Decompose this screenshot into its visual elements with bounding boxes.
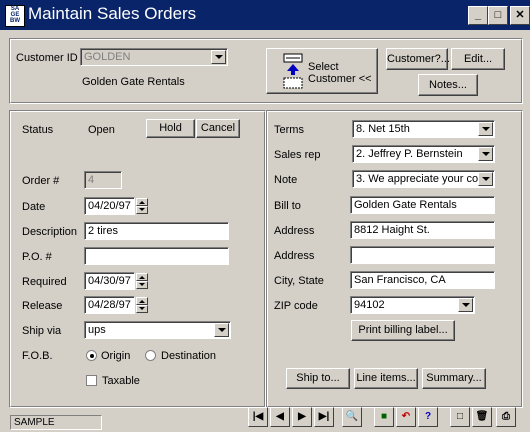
- sales-rep-label: Sales rep: [274, 149, 321, 161]
- next-record-icon[interactable]: ▶: [292, 407, 312, 427]
- address2-label: Address: [274, 250, 315, 262]
- required-date-spinner[interactable]: [136, 273, 148, 289]
- ship-to-button[interactable]: Ship to...: [286, 368, 350, 389]
- close-button[interactable]: ✕: [510, 6, 530, 25]
- new-record-icon[interactable]: □: [450, 407, 470, 427]
- date-down-icon[interactable]: [136, 206, 148, 214]
- status-label: Status: [22, 124, 54, 136]
- required-up-icon[interactable]: [136, 273, 148, 281]
- delete-icon[interactable]: 🗑: [472, 407, 492, 427]
- release-date-spinner[interactable]: [136, 297, 148, 313]
- zip-field[interactable]: 94102: [350, 296, 475, 314]
- address1-field[interactable]: 8812 Haight St.: [350, 221, 495, 239]
- description-label: Description: [22, 226, 78, 238]
- previous-record-icon[interactable]: ◀: [270, 407, 290, 427]
- terms-select[interactable]: 8. Net 15th: [352, 120, 495, 138]
- ship-via-dropdown-icon[interactable]: [214, 323, 229, 337]
- customer-lookup-button[interactable]: Customer?...: [386, 48, 450, 70]
- fob-origin-label: Origin: [101, 350, 131, 362]
- fob-label: F.O.B.: [22, 350, 53, 362]
- window-title: Maintain Sales Orders: [28, 4, 197, 23]
- minimize-button[interactable]: _: [468, 6, 488, 25]
- app-icon: SA GE BW: [5, 5, 25, 27]
- status-bar: SAMPLE: [10, 415, 102, 430]
- city-state-label: City, State: [274, 275, 324, 287]
- maximize-icon: □: [494, 9, 502, 21]
- zip-label: ZIP code: [274, 300, 318, 312]
- maintain-sales-orders-window: SA GE BW Maintain Sales Orders _ □ ✕ Custo…: [0, 0, 530, 432]
- required-down-icon[interactable]: [136, 281, 148, 289]
- ship-via-select[interactable]: ups: [84, 321, 231, 339]
- city-state-field[interactable]: San Francisco, CA: [350, 271, 495, 289]
- print-icon[interactable]: ⎙: [496, 407, 516, 427]
- fob-origin-radio[interactable]: [86, 350, 97, 361]
- print-billing-label-button[interactable]: Print billing label...: [351, 320, 455, 341]
- cancel-order-button[interactable]: Cancel: [196, 119, 240, 138]
- notes-button[interactable]: Notes...: [418, 74, 478, 96]
- select-customer-button[interactable]: Select Customer <<: [266, 48, 378, 94]
- release-date-field[interactable]: 04/28/97: [84, 296, 135, 314]
- sales-rep-dropdown-icon[interactable]: [478, 147, 493, 161]
- undo-icon[interactable]: ↶: [396, 407, 416, 427]
- date-label: Date: [22, 201, 46, 213]
- bill-to-label: Bill to: [274, 200, 301, 212]
- description-field[interactable]: 2 tires: [84, 222, 229, 240]
- release-date-label: Release: [22, 300, 63, 312]
- taxable-label: Taxable: [102, 375, 140, 387]
- minimize-icon: _: [474, 9, 482, 21]
- customer-id-field[interactable]: GOLDEN: [80, 48, 228, 66]
- customer-id-label: Customer ID: [16, 52, 78, 64]
- find-icon[interactable]: 🔍: [342, 407, 362, 427]
- zip-lookup-icon[interactable]: [458, 298, 473, 312]
- last-record-icon[interactable]: ▶|: [314, 407, 334, 427]
- date-field[interactable]: 04/20/97: [84, 197, 135, 215]
- required-date-field[interactable]: 04/30/97: [84, 272, 135, 290]
- select-customer-label-2: Customer <<: [308, 73, 372, 85]
- address2-field[interactable]: [350, 246, 495, 264]
- maximize-button[interactable]: □: [488, 6, 508, 25]
- po-number-field[interactable]: [84, 247, 229, 265]
- hold-button[interactable]: Hold: [146, 119, 195, 138]
- terms-label: Terms: [274, 124, 304, 136]
- summary-button[interactable]: Summary...: [422, 368, 486, 389]
- taxable-checkbox[interactable]: [86, 375, 97, 386]
- date-spinner[interactable]: [136, 198, 148, 214]
- title-bar[interactable]: SA GE BW Maintain Sales Orders _ □ ✕: [0, 0, 530, 30]
- date-up-icon[interactable]: [136, 198, 148, 206]
- note-label: Note: [274, 174, 298, 186]
- release-up-icon[interactable]: [136, 297, 148, 305]
- ship-via-label: Ship via: [22, 325, 62, 337]
- bill-to-field[interactable]: Golden Gate Rentals: [350, 196, 495, 214]
- note-dropdown-icon[interactable]: [478, 172, 493, 186]
- note-select[interactable]: 3. We appreciate your cor: [352, 170, 495, 188]
- save-icon[interactable]: ■: [374, 407, 394, 427]
- line-items-button[interactable]: Line items...: [354, 368, 418, 389]
- edit-button[interactable]: Edit...: [451, 48, 505, 70]
- fob-destination-radio[interactable]: [145, 350, 156, 361]
- order-number-field: 4: [84, 171, 122, 189]
- select-customer-label-1: Select: [308, 61, 339, 73]
- address1-label: Address: [274, 225, 315, 237]
- close-icon: ✕: [515, 9, 525, 21]
- first-record-icon[interactable]: |◀: [248, 407, 268, 427]
- po-number-label: P.O. #: [22, 251, 52, 263]
- fob-destination-label: Destination: [161, 350, 217, 362]
- terms-dropdown-icon[interactable]: [478, 122, 493, 136]
- required-date-label: Required: [22, 276, 67, 288]
- customer-name: Golden Gate Rentals: [82, 76, 185, 88]
- help-icon[interactable]: ?: [418, 407, 438, 427]
- select-customer-icon: [283, 53, 303, 89]
- customer-id-lookup-icon[interactable]: [211, 50, 226, 64]
- order-number-label: Order #: [22, 175, 60, 187]
- sales-rep-select[interactable]: 2. Jeffrey P. Bernstein: [352, 145, 495, 163]
- status-value: Open: [88, 124, 115, 136]
- release-down-icon[interactable]: [136, 305, 148, 313]
